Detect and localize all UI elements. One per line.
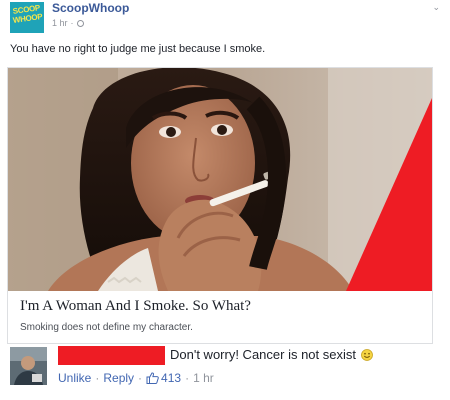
chevron-down-icon[interactable]: ⌄: [432, 2, 440, 13]
unlike-button[interactable]: Unlike: [58, 371, 91, 385]
link-image[interactable]: [8, 68, 432, 291]
globe-icon: [76, 19, 84, 27]
link-description: Smoking does not define my character.: [20, 322, 193, 333]
redacted-commenter-name: [58, 346, 165, 365]
thumbs-up-icon: [146, 372, 159, 384]
page-name-link[interactable]: ScoopWhoop: [52, 1, 129, 15]
meta-dot: ·: [70, 18, 74, 28]
comment-timestamp[interactable]: 1 hr: [193, 371, 214, 385]
facebook-post: SCOOP WHOOP ScoopWhoop 1 hr · ⌄ You have…: [0, 0, 450, 400]
link-share-card[interactable]: I'm A Woman And I Smoke. So What? Smokin…: [7, 67, 433, 344]
woman-smoking-photo: [8, 68, 432, 291]
comment-actions: Unlike · Reply · 413 · 1 hr: [58, 371, 214, 385]
like-count: 413: [161, 371, 182, 385]
smiley-icon: [361, 348, 373, 361]
separator-dot: ·: [95, 371, 100, 385]
separator-dot: ·: [185, 371, 190, 385]
separator-dot: ·: [138, 371, 143, 385]
commenter-avatar[interactable]: [10, 347, 47, 385]
page-logo-avatar[interactable]: SCOOP WHOOP: [10, 2, 44, 33]
post-timestamp[interactable]: 1 hr: [52, 18, 68, 28]
post-meta: 1 hr ·: [52, 18, 84, 28]
comment-text: Don't worry! Cancer is not sexist: [170, 347, 373, 362]
avatar-photo: [10, 347, 47, 385]
like-count-link[interactable]: 413: [146, 371, 181, 385]
page-logo-text: SCOOP WHOOP: [12, 3, 43, 25]
post-text: You have no right to judge me just becau…: [10, 43, 266, 55]
comment-body: Don't worry! Cancer is not sexist: [170, 347, 356, 362]
reply-button[interactable]: Reply: [103, 371, 134, 385]
link-title[interactable]: I'm A Woman And I Smoke. So What?: [20, 298, 251, 315]
